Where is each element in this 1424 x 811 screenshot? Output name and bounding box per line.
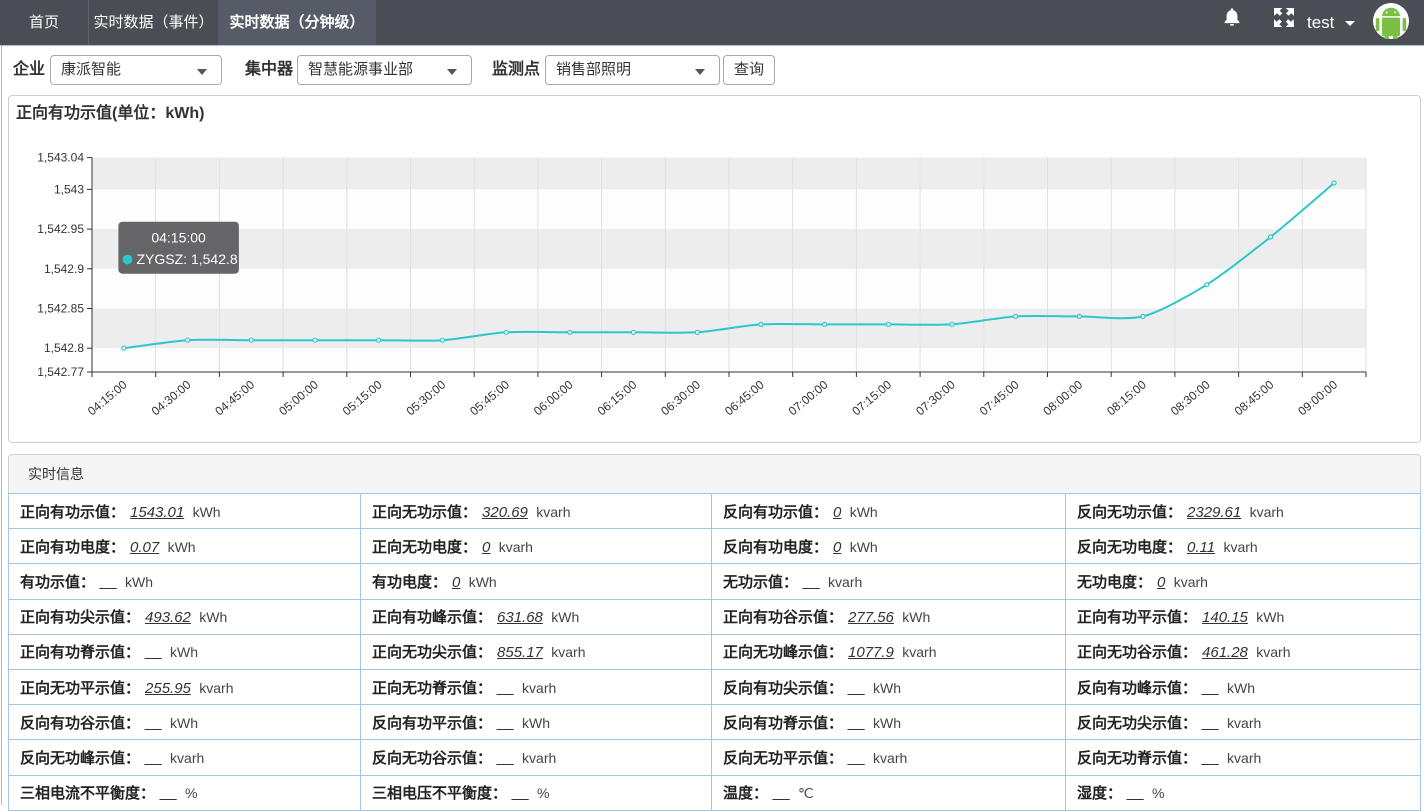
svg-text:09:00:00: 09:00:00	[1295, 377, 1340, 418]
svg-text:04:45:00: 04:45:00	[212, 377, 257, 418]
svg-text:06:45:00: 06:45:00	[722, 377, 767, 418]
svg-text:ZYGSZ: 1,542.8: ZYGSZ: 1,542.8	[137, 251, 238, 267]
svg-text:05:30:00: 05:30:00	[404, 377, 449, 418]
svg-text:06:15:00: 06:15:00	[595, 377, 640, 418]
svg-text:04:30:00: 04:30:00	[149, 377, 194, 418]
svg-text:1,542.77: 1,542.77	[37, 365, 84, 379]
svg-text:08:00:00: 08:00:00	[1040, 377, 1085, 418]
svg-text:07:15:00: 07:15:00	[849, 377, 894, 418]
svg-text:07:00:00: 07:00:00	[786, 377, 831, 418]
svg-text:08:30:00: 08:30:00	[1168, 377, 1213, 418]
svg-text:06:30:00: 06:30:00	[658, 377, 703, 418]
svg-text:04:15:00: 04:15:00	[85, 377, 130, 418]
svg-text:06:00:00: 06:00:00	[531, 377, 576, 418]
svg-text:1,543: 1,543	[54, 182, 84, 196]
svg-text:1,543.04: 1,543.04	[37, 151, 84, 165]
svg-text:1,542.9: 1,542.9	[44, 262, 84, 276]
svg-text:08:45:00: 08:45:00	[1232, 377, 1277, 418]
svg-text:07:45:00: 07:45:00	[977, 377, 1022, 418]
svg-text:05:15:00: 05:15:00	[340, 377, 385, 418]
svg-text:05:00:00: 05:00:00	[276, 377, 321, 418]
svg-text:08:15:00: 08:15:00	[1104, 377, 1149, 418]
svg-text:1,542.85: 1,542.85	[37, 302, 84, 316]
svg-text:1,542.8: 1,542.8	[44, 341, 84, 355]
svg-text:1,542.95: 1,542.95	[37, 222, 84, 236]
svg-text:05:45:00: 05:45:00	[467, 377, 512, 418]
svg-text:04:15:00: 04:15:00	[151, 230, 206, 246]
svg-text:07:30:00: 07:30:00	[913, 377, 958, 418]
